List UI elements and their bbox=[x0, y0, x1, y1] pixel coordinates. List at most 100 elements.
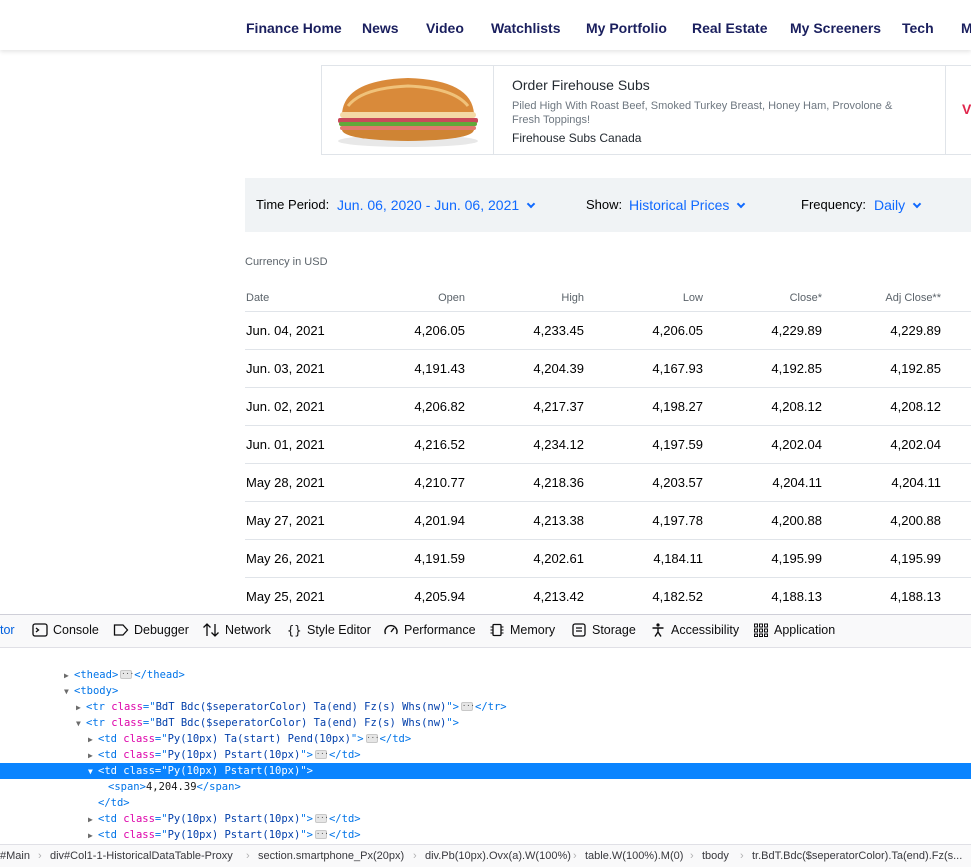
breadcrumb-separator-icon: › bbox=[690, 850, 694, 862]
cell-high: 4,202.61 bbox=[533, 551, 584, 566]
cell-open: 4,205.94 bbox=[414, 589, 465, 604]
tab-memory-label: Memory bbox=[510, 623, 556, 637]
chevron-down-icon bbox=[526, 199, 536, 209]
console-icon bbox=[32, 623, 48, 637]
expand-arrow-icon[interactable]: ▶ bbox=[76, 700, 86, 716]
header-close: Close* bbox=[789, 292, 822, 304]
show-dropdown[interactable]: Historical Prices bbox=[629, 197, 746, 213]
cell-high: 4,233.45 bbox=[533, 323, 584, 338]
devtools-tabs: tor Console Debugger Network {} Style Ed… bbox=[0, 615, 971, 648]
tab-application[interactable]: Application bbox=[753, 623, 835, 637]
nav-my-screeners[interactable]: My Screeners bbox=[790, 20, 881, 36]
collapse-arrow-icon[interactable]: ▼ bbox=[76, 716, 86, 732]
tab-debugger[interactable]: Debugger bbox=[113, 623, 189, 637]
breadcrumb-separator-icon: › bbox=[413, 850, 417, 862]
header-low: Low bbox=[682, 292, 703, 304]
sponsored-ad[interactable]: Order Firehouse Subs Piled High With Roa… bbox=[321, 65, 971, 155]
breadcrumb-item[interactable]: table.W(100%).M(0) bbox=[585, 850, 683, 862]
nav-video[interactable]: Video bbox=[426, 20, 464, 36]
breadcrumb-item[interactable]: div.Pb(10px).Ovx(a).W(100%) bbox=[425, 850, 571, 862]
frequency-dropdown[interactable]: Daily bbox=[874, 197, 922, 213]
cell-date: Jun. 04, 2021 bbox=[246, 323, 325, 338]
tab-network-label: Network bbox=[225, 623, 271, 637]
cell-close: 4,192.85 bbox=[771, 361, 822, 376]
header-open: Open bbox=[438, 292, 465, 304]
ad-image[interactable] bbox=[322, 66, 494, 154]
cell-low: 4,203.57 bbox=[652, 475, 703, 490]
time-period-dropdown[interactable]: Jun. 06, 2020 - Jun. 06, 2021 bbox=[337, 197, 536, 213]
nav-finance-home[interactable]: Finance Home bbox=[246, 20, 342, 36]
breadcrumb-item[interactable]: div#Col1-1-HistoricalDataTable-Proxy bbox=[50, 850, 233, 862]
cell-high: 4,204.39 bbox=[533, 361, 584, 376]
tree-node-td[interactable]: ▶ <td class="Py(10px) Ta(start) Pend(10px… bbox=[0, 731, 971, 747]
tree-node-td-selected[interactable]: ▼ <td class="Py(10px) Pstart(10px)"> bbox=[0, 763, 971, 779]
expand-arrow-icon[interactable]: ▶ bbox=[88, 732, 98, 748]
ellipsis-icon[interactable]: ··· bbox=[314, 813, 329, 823]
tree-node-tr-open[interactable]: ▼ <tr class="BdT Bdc($seperatorColor) Ta(… bbox=[0, 715, 971, 731]
show-value: Historical Prices bbox=[629, 197, 730, 213]
breadcrumb-item[interactable]: #Main bbox=[0, 850, 30, 862]
tree-node-td-close[interactable]: </td> bbox=[0, 795, 971, 811]
ad-source: Firehouse Subs Canada bbox=[512, 131, 642, 145]
sandwich-image bbox=[338, 78, 478, 147]
tab-storage[interactable]: Storage bbox=[571, 623, 636, 637]
cell-high: 4,234.12 bbox=[533, 437, 584, 452]
nav-more[interactable]: M bbox=[961, 20, 971, 36]
expand-arrow-icon[interactable]: ▶ bbox=[88, 748, 98, 764]
table-row: Jun. 02, 2021 4,206.82 4,217.37 4,198.27… bbox=[245, 388, 971, 426]
nav-my-portfolio[interactable]: My Portfolio bbox=[586, 20, 667, 36]
nav-real-estate[interactable]: Real Estate bbox=[692, 20, 767, 36]
style-editor-icon: {} bbox=[287, 624, 301, 638]
ad-title[interactable]: Order Firehouse Subs bbox=[512, 77, 650, 93]
tree-node-td[interactable]: ▶ <td class="Py(10px) Pstart(10px)"> ···</… bbox=[0, 811, 971, 827]
cell-low: 4,198.27 bbox=[652, 399, 703, 414]
tree-node-tbody[interactable]: ▼ <tbody> bbox=[0, 683, 971, 699]
cell-adj-close: 4,192.85 bbox=[890, 361, 941, 376]
tab-inspector[interactable]: tor bbox=[0, 623, 15, 637]
table-row: Jun. 03, 2021 4,191.43 4,204.39 4,167.93… bbox=[245, 350, 971, 388]
expand-arrow-icon[interactable]: ▶ bbox=[64, 668, 74, 684]
tree-node-td[interactable]: ▶ <td class="Py(10px) Pstart(10px)"> ···</… bbox=[0, 827, 971, 843]
ellipsis-icon[interactable]: ··· bbox=[120, 669, 134, 679]
tab-style-editor[interactable]: {} Style Editor bbox=[286, 623, 371, 637]
cell-date: May 26, 2021 bbox=[246, 551, 325, 566]
ellipsis-icon[interactable]: ··· bbox=[461, 701, 475, 711]
tab-network[interactable]: Network bbox=[202, 623, 271, 637]
cell-high: 4,213.38 bbox=[533, 513, 584, 528]
breadcrumb-item[interactable]: section.smartphone_Px(20px) bbox=[258, 850, 404, 862]
cell-adj-close: 4,202.04 bbox=[890, 437, 941, 452]
nav-tech[interactable]: Tech bbox=[902, 20, 934, 36]
tab-performance-label: Performance bbox=[404, 623, 476, 637]
cell-close: 4,195.99 bbox=[771, 551, 822, 566]
table-row: May 25, 2021 4,205.94 4,213.42 4,182.52 … bbox=[245, 578, 971, 616]
tree-node-td[interactable]: ▶ <td class="Py(10px) Pstart(10px)"> ···</… bbox=[0, 747, 971, 763]
breadcrumb-separator-icon: › bbox=[573, 850, 577, 862]
ellipsis-icon[interactable]: ··· bbox=[314, 829, 329, 839]
cell-close: 4,204.11 bbox=[772, 475, 822, 490]
tab-storage-label: Storage bbox=[592, 623, 636, 637]
memory-icon bbox=[490, 623, 504, 637]
collapse-arrow-icon[interactable]: ▼ bbox=[88, 764, 98, 780]
nav-news[interactable]: News bbox=[362, 20, 399, 36]
expand-arrow-icon[interactable]: ▶ bbox=[88, 828, 98, 844]
tab-application-label: Application bbox=[774, 623, 836, 637]
nav-watchlists[interactable]: Watchlists bbox=[491, 20, 561, 36]
tree-node-span[interactable]: <span>4,204.39</span> bbox=[0, 779, 971, 795]
tab-console[interactable]: Console bbox=[32, 623, 99, 637]
ellipsis-icon[interactable]: ··· bbox=[365, 733, 379, 743]
tab-performance[interactable]: Performance bbox=[383, 623, 476, 637]
collapse-arrow-icon[interactable]: ▼ bbox=[64, 684, 74, 700]
tab-memory[interactable]: Memory bbox=[489, 623, 555, 637]
cell-close: 4,202.04 bbox=[771, 437, 822, 452]
tree-node-thead[interactable]: ▶ <thead> ···</thead> bbox=[0, 667, 971, 683]
tab-accessibility[interactable]: Accessibility bbox=[650, 623, 739, 637]
frequency-value: Daily bbox=[874, 197, 906, 213]
expand-arrow-icon[interactable]: ▶ bbox=[88, 812, 98, 828]
breadcrumb-item[interactable]: tbody bbox=[702, 850, 729, 862]
cell-high: 4,217.37 bbox=[533, 399, 584, 414]
breadcrumb-item[interactable]: tr.BdT.Bdc($seperatorColor).Ta(end).Fz(s… bbox=[752, 850, 962, 862]
cell-adj-close: 4,188.13 bbox=[890, 589, 941, 604]
breadcrumb-separator-icon: › bbox=[38, 850, 42, 862]
ellipsis-icon[interactable]: ··· bbox=[314, 749, 329, 759]
tree-node-tr[interactable]: ▶ <tr class="BdT Bdc($seperatorColor) Ta(… bbox=[0, 699, 971, 715]
